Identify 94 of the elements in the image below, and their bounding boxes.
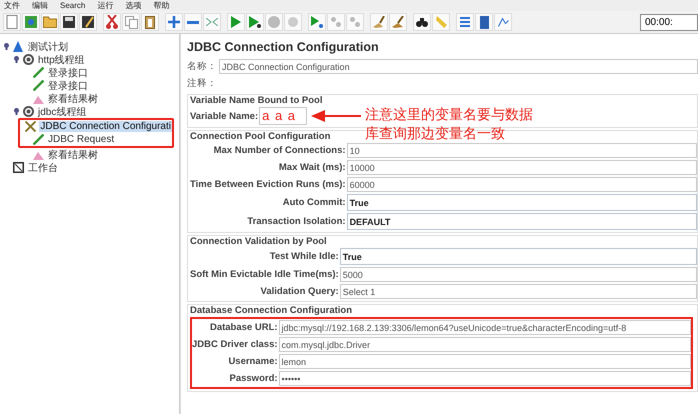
dropdown[interactable]: True: [346, 194, 697, 211]
toolbar-button[interactable]: [370, 13, 388, 31]
tree-item[interactable]: JDBC Request: [47, 134, 116, 145]
menu-item[interactable]: 运行: [97, 0, 114, 11]
input-field[interactable]: 5000: [340, 267, 697, 282]
name-field[interactable]: JDBC Connection Configuration: [219, 59, 698, 74]
tree-item[interactable]: JDBC Connection Configurati: [39, 121, 172, 132]
field-label: Test While Idle:: [268, 251, 340, 262]
tree-item[interactable]: 登录接口: [47, 66, 89, 80]
cube-icon: [24, 15, 38, 29]
menu-item[interactable]: 编辑: [32, 0, 48, 11]
toolbar-button[interactable]: [389, 13, 407, 31]
tree-item[interactable]: 登录接口: [47, 78, 89, 92]
menu-item[interactable]: 选项: [125, 0, 142, 11]
toolbar-button[interactable]: [79, 13, 97, 31]
input-field[interactable]: jdbc:mysql://192.168.2.139:3306/lemon64?useUnicode=true&characterEncoding=utf-8: [278, 320, 691, 335]
arrow-icon: [311, 110, 362, 122]
tree-item[interactable]: 工作台: [27, 160, 59, 174]
clipboard-icon: [145, 16, 155, 28]
field-label: Auto Commit:: [282, 197, 347, 208]
dropdown[interactable]: DEFAULT: [346, 213, 697, 230]
field-label: Variable Name:: [190, 110, 260, 122]
field-label: JDBC Driver class:: [192, 339, 279, 350]
panel-title: JDBC Connection Configuration: [186, 39, 380, 56]
pen-icon: [33, 80, 44, 91]
tree-item[interactable]: jdbc线程组: [37, 104, 88, 118]
stop-icon: [268, 16, 280, 28]
triangle-icon: [13, 41, 24, 52]
dropdown[interactable]: True: [340, 248, 697, 265]
frame-icon: [13, 162, 24, 173]
input-field[interactable]: 10: [346, 143, 697, 158]
input-field[interactable]: 10000: [346, 160, 697, 175]
section-title: Connection Validation by Pool: [190, 235, 327, 248]
field-label: Username:: [227, 356, 279, 367]
new-file-icon: [5, 15, 19, 29]
toolbar-button[interactable]: [60, 13, 78, 31]
field-label: Database URL:: [208, 322, 279, 333]
pen-icon: [33, 67, 44, 78]
field-label: Max Wait (ms):: [278, 162, 347, 173]
field-label: Soft Min Evictable Idle Time(ms):: [190, 269, 340, 280]
input-field[interactable]: a a a: [259, 107, 308, 125]
field-label: Transaction Isolation:: [246, 216, 347, 227]
start-no-pause-icon: [249, 16, 261, 28]
expand-toggle[interactable]: [12, 108, 20, 115]
remote-start-icon: [311, 16, 323, 28]
section-title: Variable Name Bound to Pool: [190, 94, 322, 107]
toolbar-button[interactable]: [246, 13, 264, 31]
expand-toggle[interactable]: [2, 43, 10, 50]
gear-icon: [23, 54, 34, 65]
arrows-icon: [206, 18, 218, 26]
field-label: 名称：: [187, 60, 217, 73]
input-field[interactable]: lemon: [278, 354, 691, 369]
annotation-text: 注意这里的变量名要与数据库查询那边变量名一致: [365, 105, 534, 143]
plus-icon: [168, 16, 180, 28]
dots-icon: [331, 17, 341, 27]
start-icon: [231, 16, 241, 28]
cut-icon: [106, 15, 118, 29]
gear-icon: [23, 106, 34, 117]
section-title: Database Connection Configuration: [190, 304, 352, 317]
minus-icon: [187, 20, 199, 24]
save-icon: [63, 16, 75, 28]
field-label: Max Number of Connections:: [212, 145, 347, 156]
field-label: 注释：: [187, 77, 217, 90]
timer-field: 00:00:: [640, 14, 698, 30]
dots-icon: [350, 17, 360, 27]
field-label: Password:: [228, 373, 279, 384]
pen-icon: [33, 134, 44, 145]
menu-item[interactable]: Search: [60, 0, 86, 11]
graph-icon: [498, 18, 508, 26]
shutdown-icon: [288, 17, 298, 27]
tools-icon: [25, 121, 36, 132]
toolbar-button[interactable]: [413, 13, 431, 31]
input-field[interactable]: 60000: [346, 177, 697, 192]
field-label: Validation Query:: [260, 286, 340, 297]
binoculars-icon: [416, 18, 428, 26]
toolbar-button[interactable]: [475, 13, 493, 31]
input-field[interactable]: com.mysql.jdbc.Driver: [278, 337, 691, 352]
copy-icon: [124, 16, 138, 28]
expand-toggle[interactable]: [12, 56, 20, 63]
save-as-icon: [82, 16, 94, 28]
tree-item[interactable]: 察看结果树: [47, 92, 99, 106]
menu-item[interactable]: 帮助: [153, 0, 170, 11]
list-icon: [460, 17, 470, 27]
input-field[interactable]: ••••••: [278, 371, 691, 386]
tree-item[interactable]: http线程组: [37, 52, 86, 66]
folder-icon: [43, 16, 57, 28]
menu-item[interactable]: 文件: [4, 0, 20, 11]
section-title: Connection Pool Configuration: [190, 130, 330, 143]
tree-item[interactable]: 测试计划: [27, 40, 69, 54]
book-icon: [480, 16, 488, 28]
tree-item[interactable]: 察看结果树: [47, 148, 99, 162]
toolbar-button[interactable]: [141, 13, 159, 31]
input-field[interactable]: Select 1: [340, 284, 697, 299]
field-label: Time Between Eviction Runs (ms):: [190, 179, 347, 190]
